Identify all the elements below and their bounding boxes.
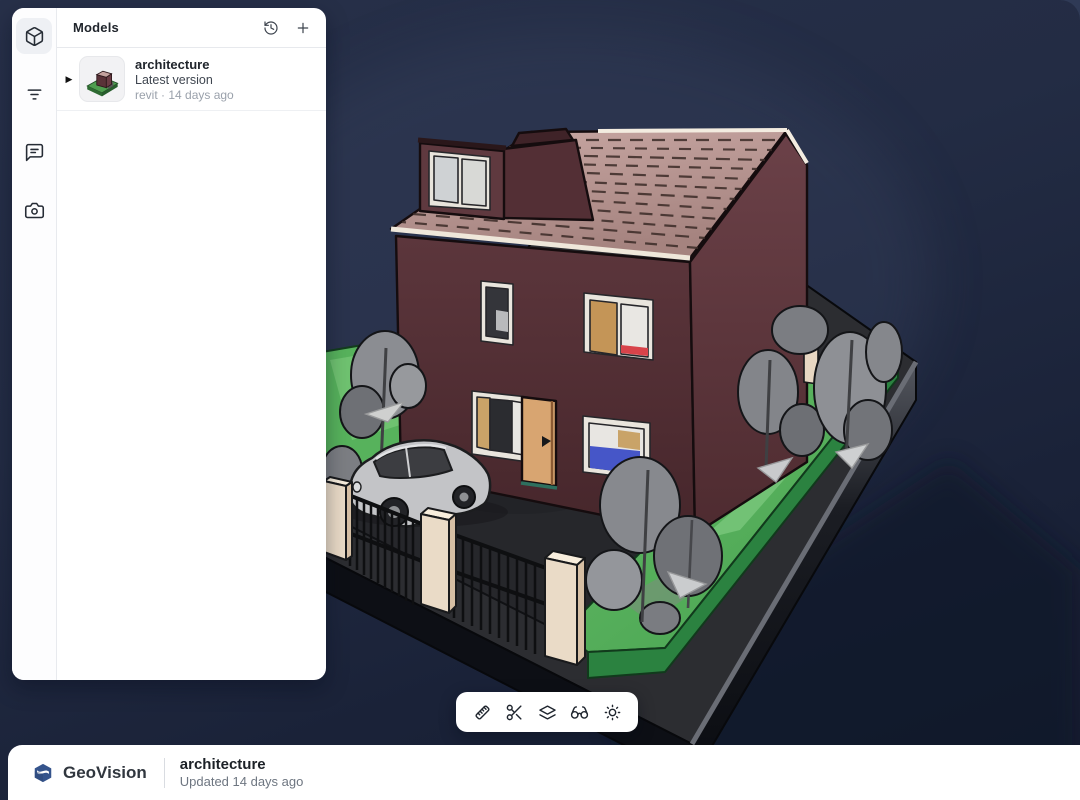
section-tool-button[interactable] — [501, 698, 529, 726]
model-thumbnail-art — [82, 59, 122, 99]
front-door — [521, 397, 557, 488]
history-button[interactable] — [258, 15, 284, 41]
model-name: architecture — [135, 57, 234, 72]
views-tool-button[interactable] — [566, 698, 594, 726]
camera-icon — [24, 200, 45, 221]
rail-item-models[interactable] — [16, 18, 52, 54]
viewer-toolbar — [456, 692, 638, 732]
statusbar-updated: Updated 14 days ago — [180, 774, 304, 789]
sun-icon — [603, 703, 622, 722]
brand[interactable]: GeoVision — [32, 762, 147, 784]
glasses-icon — [570, 703, 589, 722]
scissors-icon — [505, 703, 524, 722]
dormer-window — [429, 151, 490, 210]
history-icon — [263, 20, 279, 36]
rail-item-capture[interactable] — [16, 192, 52, 228]
models-panel: Models ▶ — [57, 8, 326, 680]
rail-item-comments[interactable] — [16, 134, 52, 170]
layers-tool-button[interactable] — [533, 698, 561, 726]
caret-right-icon[interactable]: ▶ — [61, 71, 77, 87]
window-lower-left — [472, 391, 528, 462]
statusbar-model-name: architecture — [180, 756, 304, 773]
statusbar: GeoVision architecture Updated 14 days a… — [8, 745, 1080, 800]
lighting-tool-button[interactable] — [598, 698, 626, 726]
model-list-item[interactable]: ▶ architecture Latest version revit · 14… — [57, 48, 326, 111]
brand-name: GeoVision — [63, 763, 147, 783]
box-icon — [24, 26, 45, 47]
models-panel-header: Models — [57, 8, 326, 48]
add-model-button[interactable] — [290, 15, 316, 41]
filter-icon — [24, 84, 45, 105]
comment-icon — [24, 142, 45, 163]
measure-tool-button[interactable] — [468, 698, 496, 726]
rail-item-filter[interactable] — [16, 76, 52, 112]
plus-icon — [295, 20, 311, 36]
geovision-logo-icon — [32, 762, 54, 784]
window-upper-left — [481, 281, 513, 345]
sidebar-rail — [12, 8, 57, 680]
model-version: Latest version — [135, 73, 234, 87]
statusbar-divider — [164, 758, 165, 788]
layers-icon — [538, 703, 557, 722]
model-thumbnail — [79, 56, 125, 102]
ruler-icon — [473, 703, 492, 722]
models-side-panel: Models ▶ — [12, 8, 326, 680]
model-meta: revit · 14 days ago — [135, 88, 234, 102]
window-upper-right — [584, 293, 653, 360]
panel-title: Models — [73, 20, 119, 35]
